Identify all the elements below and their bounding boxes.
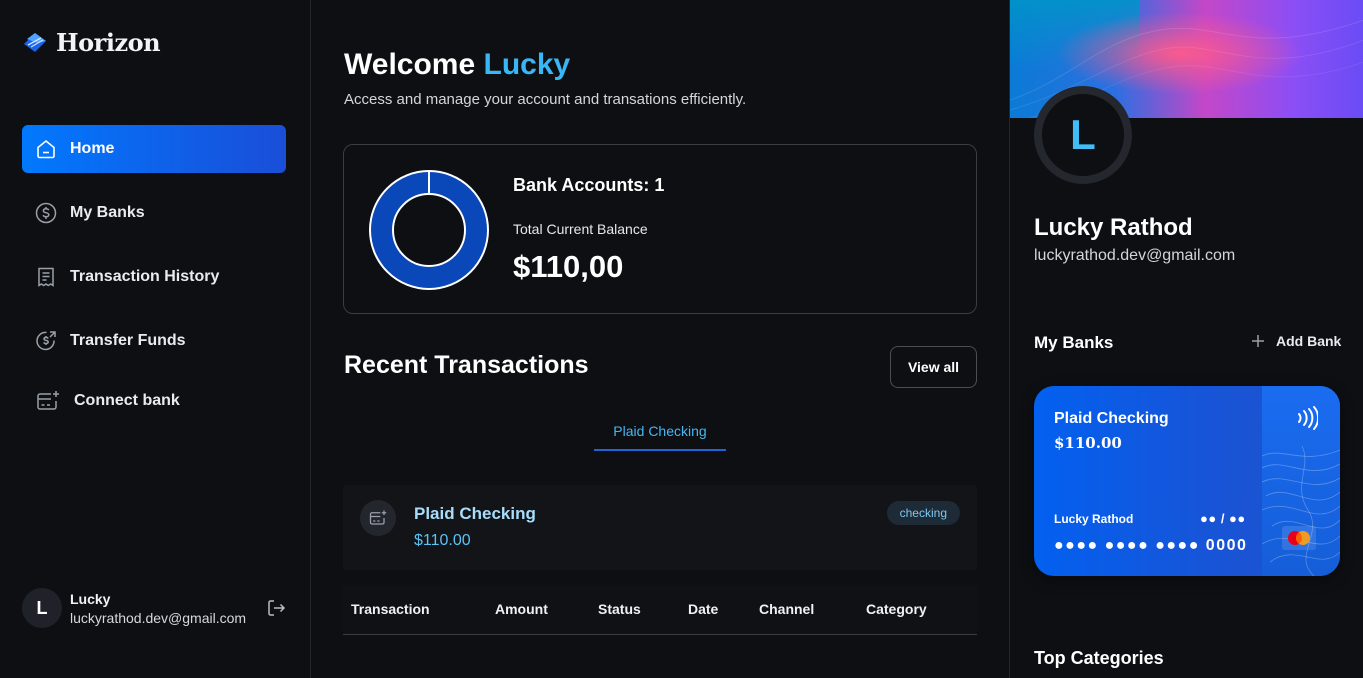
bank-card[interactable]: Plaid Checking $110.00 Lucky Rathod ●● /… <box>1034 386 1340 576</box>
donut-segment <box>370 171 488 289</box>
card-balance: $110.00 <box>1054 434 1122 452</box>
sidebar: Horizon Home My Banks Transaction Histor… <box>0 0 311 678</box>
card-add-icon <box>34 389 62 413</box>
card-holder-name: Lucky Rathod <box>1054 512 1134 526</box>
sidebar-item-transaction-history[interactable]: Transaction History <box>22 253 286 301</box>
mastercard-logo-icon <box>1282 526 1316 550</box>
column-header-channel[interactable]: Channel <box>759 601 814 617</box>
app-name: Horizon <box>56 28 161 57</box>
my-banks-title: My Banks <box>1034 333 1114 352</box>
user-email: luckyrathod.dev@gmail.com <box>70 609 247 626</box>
user-footer: L Lucky luckyrathod.dev@gmail.com <box>22 588 292 628</box>
page-subtitle: Access and manage your account and trans… <box>344 91 747 108</box>
sidebar-item-connect-bank[interactable]: Connect bank <box>22 377 286 425</box>
sidebar-item-home[interactable]: Home <box>22 125 286 173</box>
plus-icon <box>1252 335 1264 347</box>
logo[interactable]: Horizon <box>22 28 161 57</box>
view-all-button[interactable]: View all <box>890 346 977 388</box>
sidebar-item-label: Connect bank <box>74 392 180 409</box>
profile-name: Lucky Rathod <box>1034 214 1193 241</box>
card-expiry: ●● / ●● <box>1200 511 1246 526</box>
welcome-user-name: Lucky <box>483 48 571 81</box>
sidebar-item-label: My Banks <box>70 204 145 221</box>
sidebar-item-label: Home <box>70 140 115 157</box>
main-content: Welcome Lucky Access and manage your acc… <box>312 0 1009 678</box>
card-bank-name: Plaid Checking <box>1054 410 1169 427</box>
receipt-icon <box>34 265 58 289</box>
sidebar-item-label: Transfer Funds <box>70 332 186 349</box>
home-icon <box>34 137 58 161</box>
user-info: Lucky luckyrathod.dev@gmail.com <box>70 591 246 626</box>
user-name: Lucky <box>70 590 111 607</box>
avatar[interactable]: L <box>22 588 62 628</box>
column-header-amount[interactable]: Amount <box>495 601 548 617</box>
card-number: ●●●● ●●●● ●●●● 0000 <box>1054 537 1248 554</box>
account-type-badge: checking <box>886 501 960 525</box>
column-header-status[interactable]: Status <box>598 601 641 617</box>
bank-accounts-count: Bank Accounts: 1 <box>513 175 665 195</box>
balance-donut-chart <box>369 170 489 290</box>
sidebar-item-my-banks[interactable]: My Banks <box>22 189 286 237</box>
profile-avatar[interactable]: L <box>1034 86 1132 184</box>
contactless-icon <box>1298 406 1318 430</box>
page-title: Welcome Lucky <box>344 48 570 82</box>
horizon-logo-icon <box>24 32 46 52</box>
column-header-transaction[interactable]: Transaction <box>351 601 430 617</box>
total-balance-value: $110,00 <box>513 249 624 284</box>
bank-account-row[interactable]: Plaid Checking $110.00 checking <box>343 485 977 570</box>
right-sidebar: L Lucky Rathod luckyrathod.dev@gmail.com… <box>1009 0 1363 678</box>
sidebar-item-transfer-funds[interactable]: Transfer Funds <box>22 317 286 365</box>
profile-email: luckyrathod.dev@gmail.com <box>1034 247 1236 264</box>
total-balance-label: Total Current Balance <box>513 221 648 237</box>
welcome-label: Welcome <box>344 48 476 81</box>
tab-plaid-checking[interactable]: Plaid Checking <box>594 412 726 451</box>
transactions-table-header: Transaction Amount Status Date Channel C… <box>343 585 977 635</box>
logout-icon[interactable] <box>266 598 286 618</box>
card-add-icon <box>360 500 396 536</box>
account-amount: $110.00 <box>414 532 471 549</box>
add-bank-label: Add Bank <box>1276 333 1342 349</box>
top-categories-title: Top Categories <box>1034 648 1164 668</box>
column-header-date[interactable]: Date <box>688 601 718 617</box>
recent-transactions-title: Recent Transactions <box>344 351 589 379</box>
column-header-category[interactable]: Category <box>866 601 927 617</box>
account-name: Plaid Checking <box>414 504 536 523</box>
sidebar-item-label: Transaction History <box>70 268 220 285</box>
money-send-icon <box>34 329 58 353</box>
sidebar-nav: Home My Banks Transaction History Transf… <box>22 125 286 441</box>
add-bank-button[interactable]: Add Bank <box>1250 333 1341 349</box>
balance-summary-card: Bank Accounts: 1 Total Current Balance $… <box>343 144 977 314</box>
dollar-circle-icon <box>34 201 58 225</box>
